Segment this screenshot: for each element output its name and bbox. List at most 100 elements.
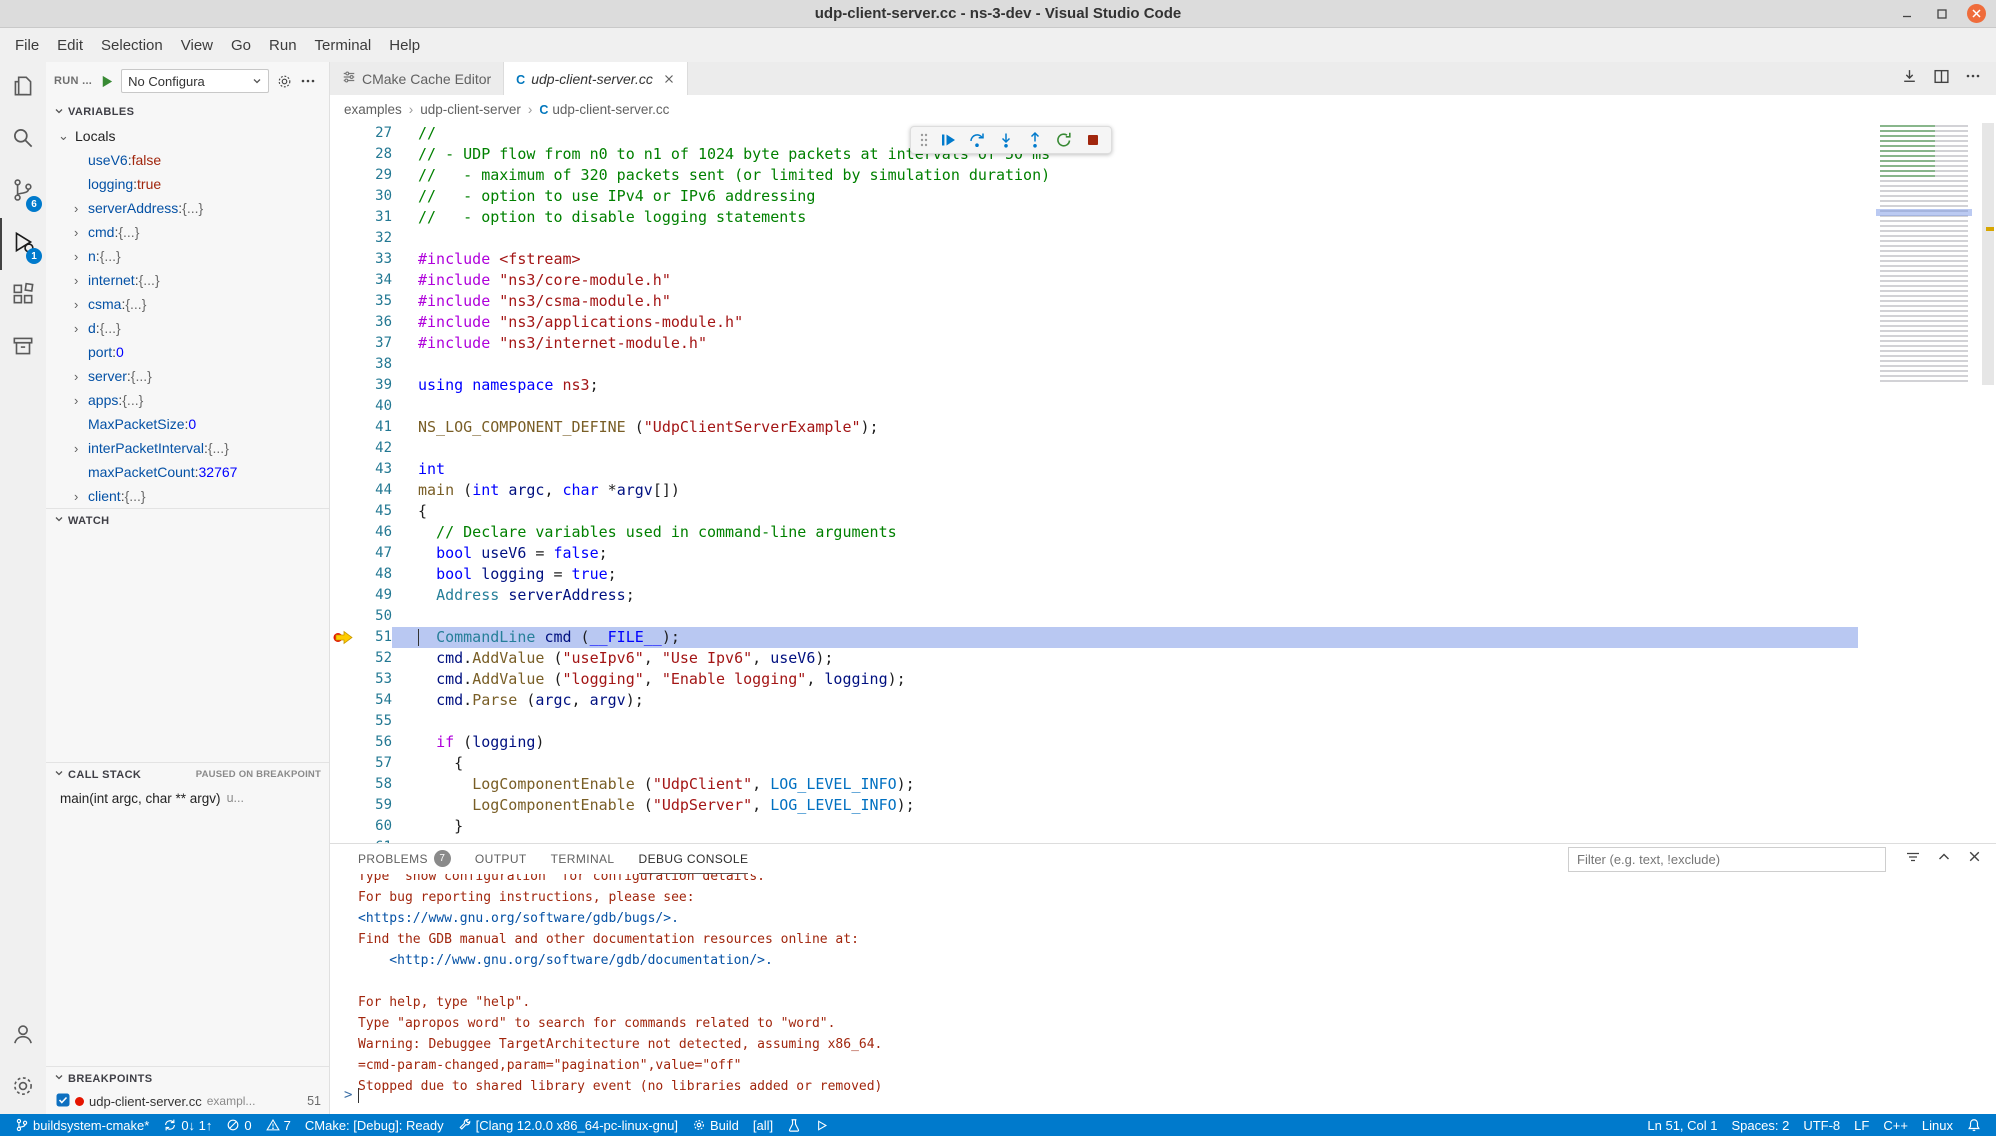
variable-row[interactable]: MaxPacketSize: 0 — [46, 412, 329, 436]
code-line[interactable]: 51 CommandLine cmd (__FILE__); — [330, 627, 1996, 648]
gutter-glyph[interactable] — [330, 354, 356, 375]
code-line[interactable]: 45{ — [330, 501, 1996, 522]
line-number[interactable]: 54 — [356, 690, 392, 711]
code-line[interactable]: 34#include "ns3/core-module.h" — [330, 270, 1996, 291]
line-content[interactable]: cmd.AddValue ("useIpv6", "Use Ipv6", use… — [392, 648, 1858, 669]
tab-cmake-cache-editor[interactable]: CMake Cache Editor — [330, 62, 504, 95]
gutter-glyph[interactable] — [330, 459, 356, 480]
line-content[interactable]: #include "ns3/internet-module.h" — [392, 333, 1858, 354]
code-line[interactable]: 33#include <fstream> — [330, 249, 1996, 270]
gutter-glyph[interactable] — [330, 690, 356, 711]
variable-row[interactable]: ›apps: {...} — [46, 388, 329, 412]
variable-row[interactable]: ›serverAddress: {...} — [46, 196, 329, 220]
gutter-glyph[interactable] — [330, 669, 356, 690]
line-number[interactable]: 39 — [356, 375, 392, 396]
line-number[interactable]: 31 — [356, 207, 392, 228]
line-content[interactable]: // - option to disable logging statement… — [392, 207, 1858, 228]
line-number[interactable]: 35 — [356, 291, 392, 312]
gutter-glyph[interactable] — [330, 795, 356, 816]
status-item-warnings[interactable]: 7 — [259, 1114, 298, 1136]
code-line[interactable]: 60 } — [330, 816, 1996, 837]
activity-settings[interactable] — [0, 1062, 46, 1114]
line-number[interactable]: 45 — [356, 501, 392, 522]
line-content[interactable]: bool useV6 = false; — [392, 543, 1858, 564]
variable-row[interactable]: ›n: {...} — [46, 244, 329, 268]
clear-console-icon[interactable] — [1905, 849, 1921, 870]
code-line[interactable]: 61 — [330, 837, 1996, 843]
breakpoints-section-header[interactable]: BREAKPOINTS — [46, 1066, 329, 1090]
variable-row[interactable]: ›interPacketInterval: {...} — [46, 436, 329, 460]
gutter-glyph[interactable] — [330, 816, 356, 837]
gutter-glyph[interactable] — [330, 165, 356, 186]
line-number[interactable]: 59 — [356, 795, 392, 816]
variable-row[interactable]: maxPacketCount: 32767 — [46, 460, 329, 484]
gutter-glyph[interactable] — [330, 648, 356, 669]
variable-row[interactable]: ›d: {...} — [46, 316, 329, 340]
line-number[interactable]: 41 — [356, 417, 392, 438]
restart-icon[interactable] — [1053, 129, 1075, 151]
code-line[interactable]: 50 — [330, 606, 1996, 627]
code-line[interactable]: 57 { — [330, 753, 1996, 774]
line-content[interactable]: #include <fstream> — [392, 249, 1858, 270]
more-actions-icon[interactable] — [1965, 68, 1981, 89]
gutter-glyph[interactable] — [330, 291, 356, 312]
console-filter-input[interactable] — [1568, 847, 1886, 872]
variables-section-header[interactable]: VARIABLES — [46, 100, 329, 124]
minimap[interactable] — [1876, 123, 1980, 843]
line-number[interactable]: 34 — [356, 270, 392, 291]
line-content[interactable]: // Declare variables used in command-lin… — [392, 522, 1858, 543]
line-content[interactable]: bool logging = true; — [392, 564, 1858, 585]
variable-row[interactable]: port: 0 — [46, 340, 329, 364]
line-number[interactable]: 49 — [356, 585, 392, 606]
console-input[interactable]: > — [344, 1085, 359, 1106]
variable-row[interactable]: useV6: false — [46, 148, 329, 172]
maximize-button[interactable] — [1932, 4, 1951, 23]
code-line[interactable]: 44main (int argc, char *argv[]) — [330, 480, 1996, 501]
breadcrumb-item[interactable]: udp-client-server — [420, 102, 521, 117]
variable-row[interactable]: ›internet: {...} — [46, 268, 329, 292]
line-number[interactable]: 53 — [356, 669, 392, 690]
gutter-glyph[interactable] — [330, 270, 356, 291]
line-content[interactable]: cmd.Parse (argc, argv); — [392, 690, 1858, 711]
status-item-cmake-kit[interactable]: [Clang 12.0.0 x86_64-pc-linux-gnu] — [451, 1114, 685, 1136]
gutter-glyph[interactable] — [330, 564, 356, 585]
status-item-branch[interactable]: buildsystem-cmake* — [8, 1114, 156, 1136]
code-line[interactable]: 36#include "ns3/applications-module.h" — [330, 312, 1996, 333]
activity-explorer[interactable] — [0, 62, 46, 114]
editor-scrollbar[interactable] — [1980, 123, 1996, 843]
code-line[interactable]: 58 LogComponentEnable ("UdpClient", LOG_… — [330, 774, 1996, 795]
status-item-indentation[interactable]: Spaces: 2 — [1725, 1114, 1797, 1136]
menu-terminal[interactable]: Terminal — [306, 33, 381, 58]
code-line[interactable]: 28// - UDP flow from n0 to n1 of 1024 by… — [330, 144, 1996, 165]
gutter-glyph[interactable] — [330, 123, 356, 144]
gutter-glyph[interactable] — [330, 732, 356, 753]
debug-gear-icon[interactable] — [276, 73, 293, 90]
line-number[interactable]: 55 — [356, 711, 392, 732]
status-item-errors[interactable]: 0 — [219, 1114, 258, 1136]
code-line[interactable]: 43int — [330, 459, 1996, 480]
line-content[interactable]: using namespace ns3; — [392, 375, 1858, 396]
gutter-glyph[interactable] — [330, 480, 356, 501]
code-line[interactable]: 38 — [330, 354, 1996, 375]
line-content[interactable]: } — [392, 816, 1858, 837]
line-number[interactable]: 36 — [356, 312, 392, 333]
download-icon[interactable] — [1901, 68, 1918, 90]
code-line[interactable]: 29// - maximum of 320 packets sent (or l… — [330, 165, 1996, 186]
code-line[interactable]: 31// - option to disable logging stateme… — [330, 207, 1996, 228]
line-content[interactable] — [392, 837, 1858, 843]
locals-group[interactable]: ⌄ Locals — [46, 124, 329, 148]
status-item-sync[interactable]: 0↓ 1↑ — [156, 1114, 219, 1136]
activity-source-control[interactable]: 6 — [0, 166, 46, 218]
line-number[interactable]: 37 — [356, 333, 392, 354]
panel-tab-debug-console[interactable]: DEBUG CONSOLE — [639, 844, 749, 874]
status-item-eol[interactable]: LF — [1847, 1114, 1876, 1136]
gutter-glyph[interactable] — [330, 375, 356, 396]
start-debugging-button[interactable] — [99, 74, 114, 89]
line-content[interactable]: // - option to use IPv4 or IPv6 addressi… — [392, 186, 1858, 207]
line-number[interactable]: 40 — [356, 396, 392, 417]
split-editor-icon[interactable] — [1933, 68, 1950, 90]
panel-tab-output[interactable]: OUTPUT — [475, 844, 527, 874]
close-panel-icon[interactable] — [1967, 849, 1982, 869]
gutter-glyph[interactable] — [330, 438, 356, 459]
line-number[interactable]: 51 — [356, 627, 392, 648]
